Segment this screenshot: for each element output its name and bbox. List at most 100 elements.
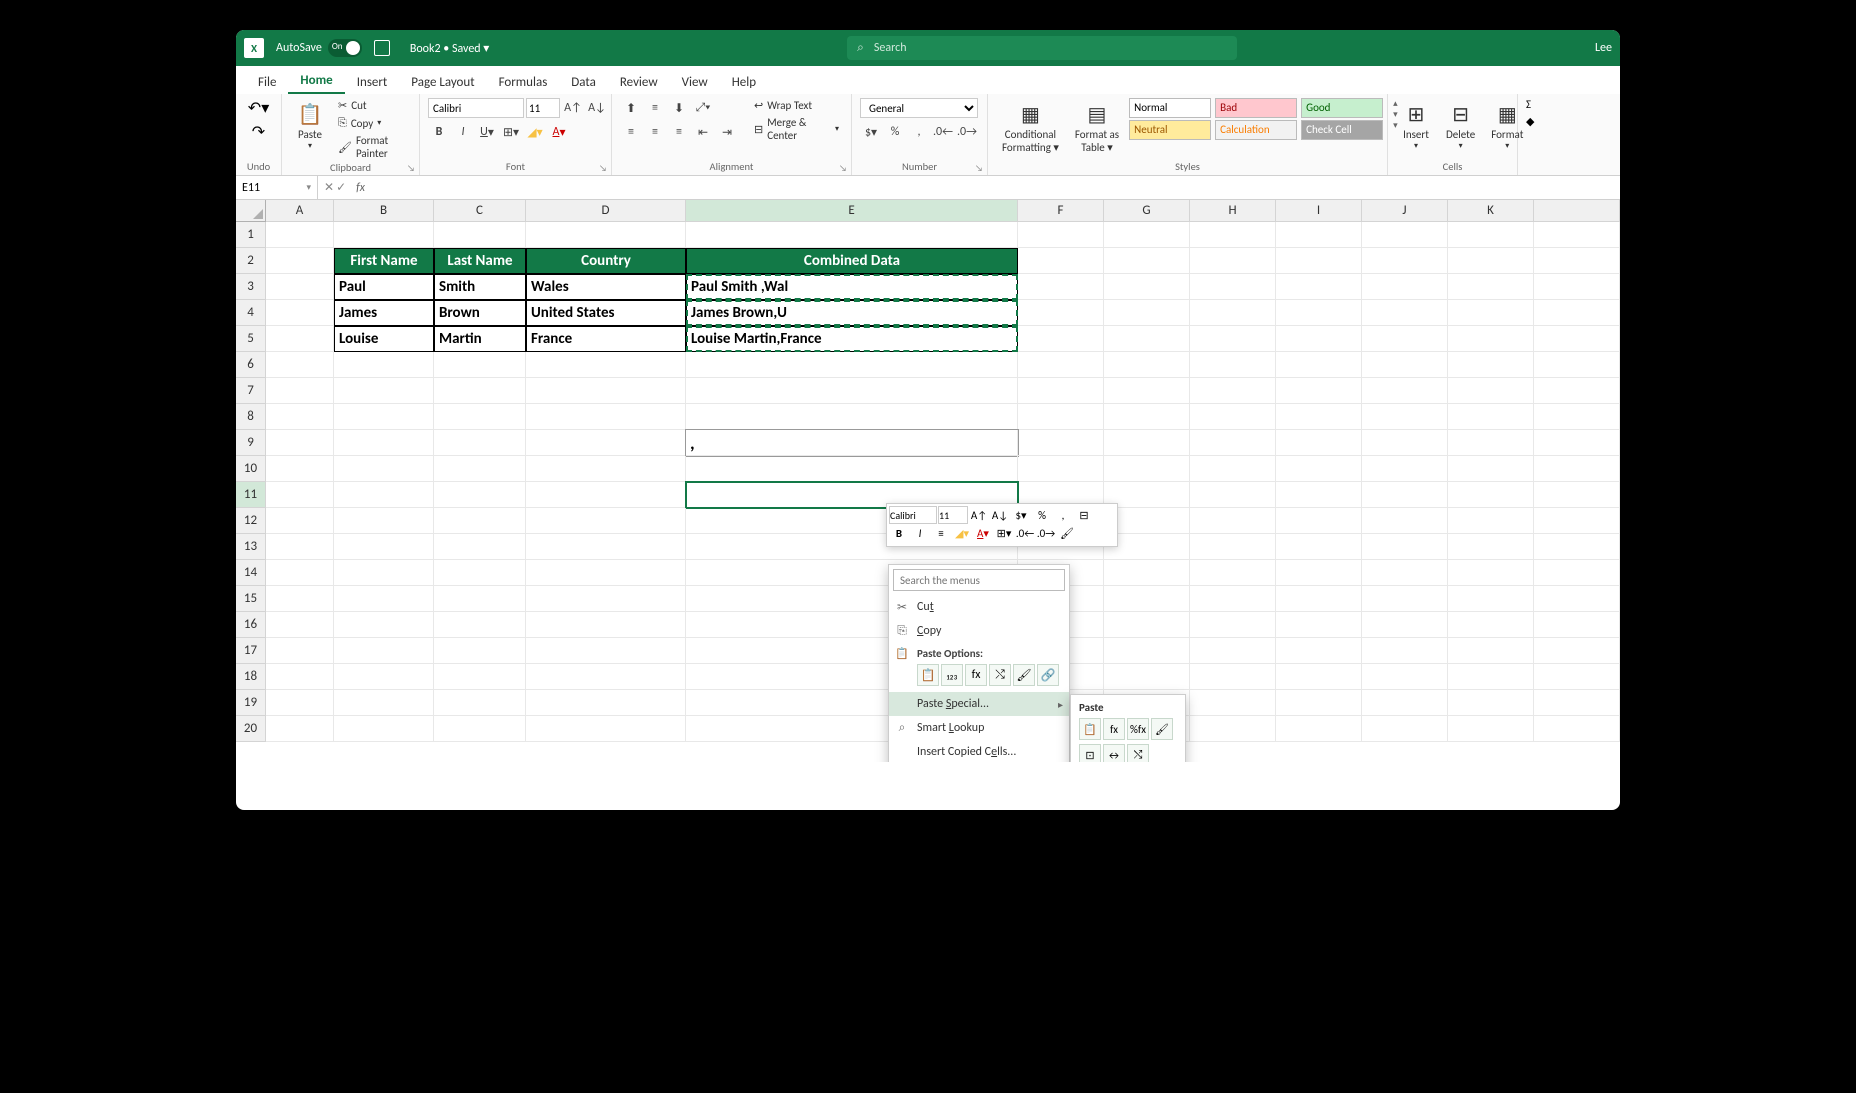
col-header-C[interactable]: C <box>434 200 526 222</box>
mini-size-select[interactable] <box>938 506 968 524</box>
mini-italic-icon[interactable]: I <box>910 524 930 542</box>
sub-paste-all-icon[interactable]: 📋 <box>1079 718 1101 740</box>
cell[interactable] <box>434 716 526 742</box>
tab-formulas[interactable]: Formulas <box>487 71 560 94</box>
cell[interactable] <box>1018 326 1104 352</box>
cell[interactable] <box>266 430 334 456</box>
cell[interactable] <box>1018 430 1104 456</box>
cell[interactable]: Combined Data <box>686 248 1018 274</box>
row-header-12[interactable]: 12 <box>236 508 266 534</box>
bold-button[interactable]: B <box>428 122 450 142</box>
autosum-icon[interactable]: Σ <box>1526 98 1531 111</box>
cell[interactable] <box>1362 690 1448 716</box>
align-left-icon[interactable]: ≡ <box>620 122 642 142</box>
cell[interactable] <box>1190 716 1276 742</box>
cell[interactable] <box>1276 248 1362 274</box>
cell[interactable] <box>1276 612 1362 638</box>
cell[interactable] <box>1534 326 1620 352</box>
cell[interactable] <box>1190 690 1276 716</box>
cell[interactable] <box>434 456 526 482</box>
paste-link-icon[interactable]: 🔗 <box>1037 664 1059 686</box>
col-header-K[interactable]: K <box>1448 200 1534 222</box>
cell[interactable] <box>1190 378 1276 404</box>
cell[interactable] <box>266 482 334 508</box>
cell[interactable]: James Brown,U <box>686 300 1018 326</box>
cell[interactable]: Wales <box>526 274 686 300</box>
row-header-19[interactable]: 19 <box>236 690 266 716</box>
cell[interactable] <box>526 560 686 586</box>
insert-cells-button[interactable]: ⊞Insert▾ <box>1396 98 1436 153</box>
cell[interactable] <box>1534 690 1620 716</box>
cell[interactable]: Paul Smith ,Wal <box>686 274 1018 300</box>
cell[interactable] <box>1448 508 1534 534</box>
cell[interactable] <box>1276 326 1362 352</box>
mini-align-icon[interactable]: ≡ <box>931 524 951 542</box>
cell[interactable] <box>1534 638 1620 664</box>
cell[interactable] <box>1448 456 1534 482</box>
cell[interactable] <box>1104 404 1190 430</box>
cell[interactable] <box>266 352 334 378</box>
spreadsheet-grid[interactable]: ABCDEFGHIJK12First NameLast NameCountryC… <box>236 200 1620 762</box>
increase-decimal-icon[interactable]: .0← <box>932 122 954 142</box>
paste-button[interactable]: 📋Paste▾ <box>290 98 330 153</box>
cell[interactable] <box>1534 404 1620 430</box>
enter-formula-icon[interactable]: ✓ <box>336 180 346 195</box>
row-header-11[interactable]: 11 <box>236 482 266 508</box>
cell[interactable] <box>334 612 434 638</box>
cell[interactable] <box>526 534 686 560</box>
cell[interactable] <box>1104 612 1190 638</box>
cell[interactable] <box>1104 586 1190 612</box>
cell[interactable] <box>1362 508 1448 534</box>
percent-icon[interactable]: % <box>884 122 906 142</box>
cell[interactable] <box>1018 378 1104 404</box>
cell[interactable] <box>434 586 526 612</box>
underline-button[interactable]: U▾ <box>476 122 498 142</box>
cell[interactable]: Smith <box>434 274 526 300</box>
row-header-16[interactable]: 16 <box>236 612 266 638</box>
cell[interactable] <box>1448 482 1534 508</box>
paste-values-icon[interactable]: ₁₂₃ <box>941 664 963 686</box>
cell[interactable] <box>266 638 334 664</box>
menu-paste-special[interactable]: Paste Special...▸ <box>889 692 1069 716</box>
paste-formulas-icon[interactable]: fx <box>965 664 987 686</box>
cell[interactable] <box>526 690 686 716</box>
decrease-font-icon[interactable]: A↓ <box>586 98 608 118</box>
cell[interactable] <box>686 352 1018 378</box>
row-header-3[interactable]: 3 <box>236 274 266 300</box>
cell[interactable] <box>1362 586 1448 612</box>
cell[interactable] <box>1104 560 1190 586</box>
cell[interactable] <box>434 638 526 664</box>
cell[interactable] <box>1362 560 1448 586</box>
name-box[interactable]: E11▾ <box>236 176 318 199</box>
cell[interactable] <box>1018 404 1104 430</box>
cell[interactable] <box>526 612 686 638</box>
select-all-corner[interactable] <box>236 200 266 222</box>
menu-insert-copied[interactable]: Insert Copied Cells... <box>889 740 1069 762</box>
cell[interactable] <box>526 222 686 248</box>
col-header-B[interactable]: B <box>334 200 434 222</box>
cell[interactable] <box>1104 430 1190 456</box>
cell[interactable] <box>1276 586 1362 612</box>
mini-percent-icon[interactable]: % <box>1032 506 1052 524</box>
fx-icon[interactable]: fx <box>356 181 365 195</box>
cell[interactable]: James <box>334 300 434 326</box>
cell[interactable] <box>1190 612 1276 638</box>
row-header-1[interactable]: 1 <box>236 222 266 248</box>
number-format-select[interactable]: General <box>860 98 978 118</box>
cell[interactable] <box>1190 456 1276 482</box>
indent-increase-icon[interactable]: ⇥ <box>716 122 738 142</box>
cell[interactable] <box>1362 664 1448 690</box>
cell[interactable] <box>526 586 686 612</box>
cell[interactable] <box>1534 508 1620 534</box>
cell[interactable] <box>1276 690 1362 716</box>
cell[interactable] <box>1448 300 1534 326</box>
save-icon[interactable] <box>374 40 390 56</box>
col-header-A[interactable]: A <box>266 200 334 222</box>
cell[interactable] <box>1534 664 1620 690</box>
cell[interactable] <box>266 586 334 612</box>
cell[interactable]: Country <box>526 248 686 274</box>
cell[interactable] <box>334 690 434 716</box>
italic-button[interactable]: I <box>452 122 474 142</box>
menu-smart-lookup[interactable]: ⌕Smart Lookup <box>889 716 1069 740</box>
row-header-18[interactable]: 18 <box>236 664 266 690</box>
